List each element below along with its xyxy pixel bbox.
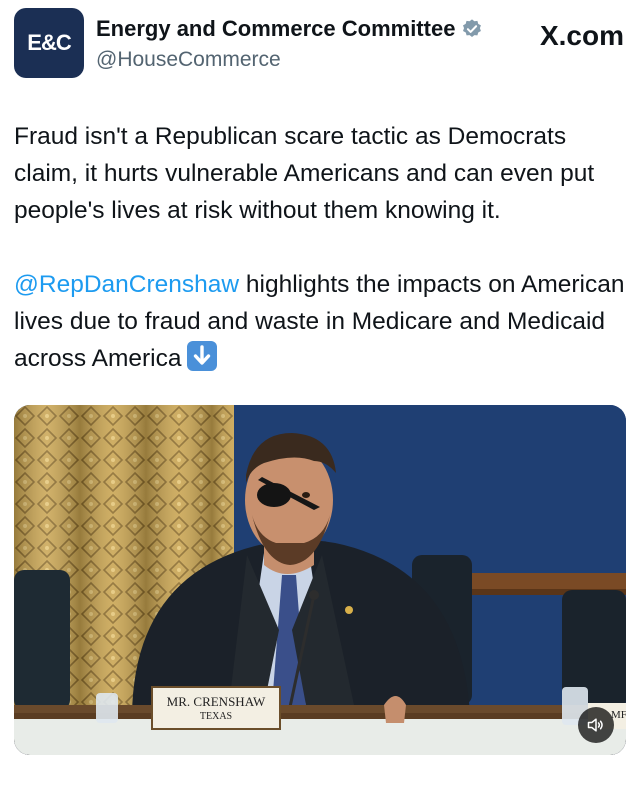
account-handle[interactable]: @HouseCommerce — [96, 48, 281, 72]
down-arrow-emoji-icon — [187, 341, 218, 371]
account-avatar[interactable]: E&C — [14, 8, 84, 78]
nameplate-state: TEXAS — [199, 711, 233, 722]
mention-link[interactable]: @RepDanCrenshaw — [14, 271, 239, 298]
nameplate-name: MR. CRENSHAW — [166, 694, 266, 709]
verified-badge-icon — [463, 19, 482, 37]
tweet-header: E&C Energy and Commerce Committee @House… — [14, 8, 626, 78]
video-player[interactable]: MR. CRENSHAW TEXAS MF — [14, 405, 626, 755]
video-frame — [14, 405, 626, 755]
tweet-paragraph-2: @RepDanCrenshaw highlights the impacts o… — [14, 266, 626, 377]
footer-strip — [0, 785, 640, 797]
source-label: X.com — [539, 20, 624, 51]
display-name[interactable]: Energy and Commerce Committee — [96, 16, 455, 42]
name-row: Energy and Commerce Committee — [96, 16, 483, 42]
mute-toggle-button[interactable] — [578, 707, 614, 743]
tweet-body: Fraud isn't a Republican scare tactic as… — [14, 118, 626, 377]
speaker-muted-icon — [587, 718, 603, 732]
tweet-paragraph-1: Fraud isn't a Republican scare tactic as… — [14, 123, 595, 224]
